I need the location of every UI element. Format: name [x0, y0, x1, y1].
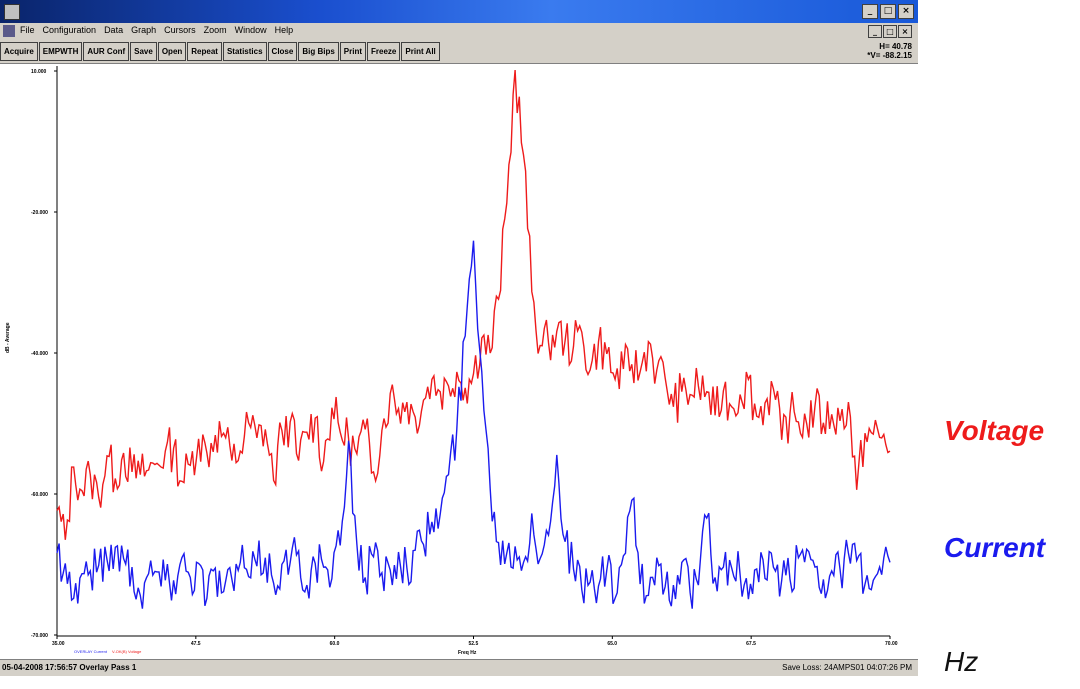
child-close-button[interactable]: × [898, 25, 912, 38]
menu-data[interactable]: Data [104, 25, 123, 35]
menu-zoom[interactable]: Zoom [204, 25, 227, 35]
freeze-button[interactable]: Freeze [367, 42, 401, 61]
statistics-button[interactable]: Statistics [222, 42, 267, 61]
status-right-text: Save Loss: 24AMPS01 04:07:26 PM [782, 663, 912, 672]
voltage-label: Voltage [944, 415, 1045, 446]
menu-cursors[interactable]: Cursors [164, 25, 196, 35]
readout-v: *V= -88.2.15 [867, 51, 912, 60]
child-maximize-button[interactable]: □ [883, 25, 897, 38]
repeat-button[interactable]: Repeat [187, 42, 222, 61]
empwth-button[interactable]: EMPWTH [38, 42, 83, 61]
app-icon [4, 4, 20, 20]
menu-window[interactable]: Window [235, 25, 267, 35]
x-tick-label: 52.5 [469, 641, 479, 647]
y-tick-label: -60.000 [31, 492, 48, 498]
chart-lines [56, 69, 891, 609]
x-tick-label: 70.00 [885, 641, 898, 647]
status-left-text: 05-04-2008 17:56:57 Overlay Pass 1 [2, 663, 137, 672]
x-tick-label: 35.00 [52, 641, 65, 647]
y-tick-label: -70.000 [31, 633, 48, 639]
open-button[interactable]: Open [157, 42, 187, 61]
chart-axes [54, 66, 891, 639]
menu-configuration[interactable]: Configuration [43, 25, 97, 35]
x-tick-label: 47.5 [191, 641, 201, 647]
x-axis-label: Freq Hz [458, 650, 477, 656]
maximize-button[interactable]: □ [880, 4, 896, 19]
y-tick-label: -40.000 [31, 351, 48, 357]
current-series-line [56, 240, 891, 609]
voltage-series-line [56, 69, 891, 540]
y-tick-label: 10.000 [31, 69, 47, 75]
hz-label: Hz [944, 646, 979, 677]
menu-help[interactable]: Help [275, 25, 294, 35]
current-label: Current [944, 532, 1046, 563]
acquire-button[interactable]: Acquire [0, 42, 38, 61]
spectrum-chart: 10.000 -20.000 -40.000 -60.000 -70.000 35.00 4… [5, 66, 898, 656]
readout-h: H= 40.78 [879, 42, 912, 51]
aur-conf-button[interactable]: AUR Conf [83, 42, 130, 61]
y-tick-label: -20.000 [31, 210, 48, 216]
toolbar: Acquire EMPWTH AUR Conf Save Open Repeat… [0, 40, 918, 64]
x-tick-label: 60.0 [330, 641, 340, 647]
x-tick-label: 67.5 [746, 641, 756, 647]
save-button[interactable]: Save [130, 42, 157, 61]
cursor-readout: H= 40.78 *V= -88.2.15 [867, 42, 912, 60]
close-chart-button[interactable]: Close [267, 42, 298, 61]
child-minimize-button[interactable]: _ [868, 25, 882, 38]
legend-current: OVERLAY Current [74, 649, 108, 654]
app-window: _ □ × File Configuration Data Graph Curs… [0, 0, 918, 676]
x-tick-label: 65.0 [607, 641, 617, 647]
close-button[interactable]: × [898, 4, 914, 19]
document-icon[interactable] [3, 25, 15, 37]
menu-bar: File Configuration Data Graph Cursors Zo… [0, 23, 918, 40]
status-bar: 05-04-2008 17:56:57 Overlay Pass 1 Save … [0, 659, 918, 676]
title-bar[interactable]: _ □ × [0, 0, 918, 23]
print-all-button[interactable]: Print All [401, 42, 440, 61]
menu-graph[interactable]: Graph [131, 25, 156, 35]
big-bips-button[interactable]: Big Bips [298, 42, 339, 61]
minimize-button[interactable]: _ [862, 4, 878, 19]
print-button[interactable]: Print [339, 42, 367, 61]
y-axis-label: dB - Average [5, 322, 11, 353]
legend-voltage: V-OK(B) Voltage [112, 649, 142, 654]
menu-file[interactable]: File [20, 25, 35, 35]
